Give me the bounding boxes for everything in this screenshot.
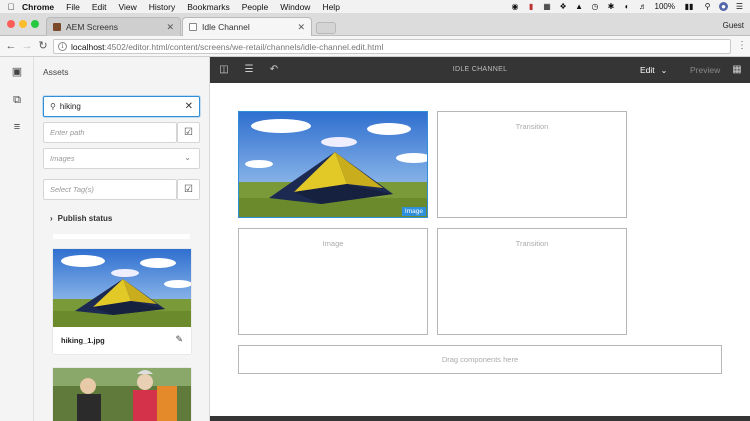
editor-toolbar: ◫ ☰ ↶ IDLE CHANNEL Edit ⌄ Preview ▦ (210, 57, 750, 83)
menu-history[interactable]: History (149, 2, 175, 12)
path-input[interactable]: Enter path (43, 122, 177, 143)
window-zoom-button[interactable] (31, 20, 39, 28)
back-arrow-icon[interactable]: ← (4, 39, 18, 53)
edit-pencil-icon[interactable]: ✎ (175, 334, 183, 345)
address-bar[interactable]: i localhost:4502/editor.html/content/scr… (53, 39, 731, 54)
menu-window[interactable]: Window (280, 2, 310, 12)
search-value: hiking (59, 102, 81, 111)
component-badge: Image (401, 207, 426, 216)
assets-icon[interactable]: ▣ (9, 64, 25, 80)
preview-button[interactable]: Preview (690, 65, 720, 75)
cell-label: Image (322, 239, 344, 248)
tags-browse-button[interactable]: ☑ (177, 179, 200, 200)
sequence-cell-transition[interactable]: Transition (437, 228, 627, 335)
battery-percent: 100% (654, 2, 675, 11)
bluetooth-icon[interactable]: ✱ (607, 2, 616, 11)
record-icon[interactable]: ◉ (511, 2, 520, 11)
asset-card[interactable]: hiking_1.jpg ✎ (53, 249, 191, 354)
browser-toolbar: ← → ↻ i localhost:4502/editor.html/conte… (0, 36, 750, 57)
tags-input[interactable]: Select Tag(s) (43, 179, 177, 200)
menu-file[interactable]: File (66, 2, 80, 12)
reload-icon[interactable]: ↻ (36, 39, 50, 53)
menu-status-area: ◉ ▮ ▦ ❖ ▲ ◷ ✱ ◐ ♬ 100% ▮▮ ⚲ ● ☰ (511, 0, 744, 13)
aem-favicon-icon (53, 23, 61, 31)
components-icon[interactable]: ⧉ (9, 92, 25, 108)
user-icon[interactable]: ● (719, 2, 728, 11)
window-close-button[interactable] (7, 20, 15, 28)
publish-status-toggle[interactable]: › Publish status (50, 214, 112, 223)
forward-arrow-icon[interactable]: → (20, 39, 34, 53)
chevron-right-icon: › (50, 214, 53, 223)
asset-name: hiking_1.jpg (61, 336, 105, 345)
tab-title: Idle Channel (202, 22, 250, 32)
window-minimize-button[interactable] (19, 20, 27, 28)
publish-status-label: Publish status (57, 214, 113, 223)
chevron-down-icon: ⌄ (184, 153, 191, 162)
search-icon[interactable]: ⚲ (703, 2, 712, 11)
sequence-cell-transition[interactable]: Transition (437, 111, 627, 218)
menu-edit[interactable]: Edit (92, 2, 107, 12)
menu-view[interactable]: View (118, 2, 136, 12)
battery-icon[interactable]: ▮▮ (682, 2, 696, 11)
menu-bookmarks[interactable]: Bookmarks (187, 2, 230, 12)
wifi-icon[interactable]: ◐ (623, 2, 632, 11)
new-tab-button[interactable] (316, 22, 336, 34)
tent-thumbnail[interactable] (53, 249, 191, 327)
profile-guest[interactable]: Guest (723, 21, 744, 30)
drag-components-dropzone[interactable]: Drag components here (238, 345, 722, 374)
side-rail: ▣ ⧉ ≡ (0, 57, 34, 421)
tent-image (239, 112, 427, 217)
macos-menu-bar:  Chrome File Edit View History Bookmark… (0, 0, 750, 13)
editor-canvas: Image Transition Image Transition Drag c… (210, 83, 750, 416)
grid-icon[interactable]: ▦ (543, 2, 552, 11)
apple-logo-icon[interactable]:  (0, 2, 22, 12)
asset-type-select[interactable]: Images ⌄ (43, 148, 200, 169)
url-host: localhost (71, 41, 105, 52)
cell-label: Transition (515, 122, 549, 131)
assets-panel: Assets ⚲ hiking ✕ Enter path ☑ Images ⌄ … (34, 57, 210, 421)
menu-help[interactable]: Help (322, 2, 339, 12)
tab-close-icon[interactable]: ✕ (166, 22, 174, 33)
menu-people[interactable]: People (242, 2, 268, 12)
info-icon[interactable]: i (58, 42, 67, 51)
panel-title: Assets (43, 67, 69, 77)
search-icon: ⚲ (50, 102, 56, 111)
tab-close-icon[interactable]: ✕ (297, 22, 305, 33)
mode-label: Edit (640, 65, 655, 75)
path-placeholder: Enter path (50, 128, 85, 137)
sequence-cell-image-selected[interactable]: Image (238, 111, 428, 218)
mode-edit-dropdown[interactable]: Edit ⌄ (640, 65, 667, 75)
shield-icon[interactable]: ▮ (527, 2, 536, 11)
url-path: :4502/editor.html/content/screens/we-ret… (104, 41, 384, 52)
clear-search-icon[interactable]: ✕ (185, 101, 193, 112)
browser-tab-strip: AEM Screens ✕ Idle Channel ✕ Guest (0, 13, 750, 36)
shield-b-icon[interactable]: ▲ (575, 2, 584, 11)
emulator-icon[interactable]: ▦ (730, 63, 744, 77)
channel-title: IDLE CHANNEL (452, 66, 508, 73)
tags-placeholder: Select Tag(s) (50, 185, 94, 194)
tab-aem-screens[interactable]: AEM Screens ✕ (46, 17, 181, 36)
path-browse-button[interactable]: ☑ (177, 122, 200, 143)
chrome-menu-icon[interactable]: ⋮ (737, 39, 747, 53)
sequence-cell-image[interactable]: Image (238, 228, 428, 335)
cell-label: Transition (515, 239, 549, 248)
card-edge (53, 234, 190, 239)
tab-title: AEM Screens (66, 22, 118, 32)
type-value: Images (50, 154, 75, 163)
asset-card[interactable] (53, 368, 191, 421)
menu-app-name[interactable]: Chrome (22, 2, 54, 12)
layers-icon[interactable]: ≡ (9, 119, 25, 135)
volume-icon[interactable]: ♬ (639, 2, 648, 11)
asset-search-input[interactable]: ⚲ hiking ✕ (43, 96, 200, 117)
editor-bottom-bar (210, 416, 750, 421)
chevron-down-icon: ⌄ (660, 66, 668, 75)
tab-idle-channel[interactable]: Idle Channel ✕ (182, 17, 312, 36)
page-favicon-icon (189, 23, 197, 31)
clock-icon[interactable]: ◷ (591, 2, 600, 11)
hikers-thumbnail[interactable] (53, 368, 191, 421)
list-icon[interactable]: ☰ (735, 2, 744, 11)
dropbox-icon[interactable]: ❖ (559, 2, 568, 11)
